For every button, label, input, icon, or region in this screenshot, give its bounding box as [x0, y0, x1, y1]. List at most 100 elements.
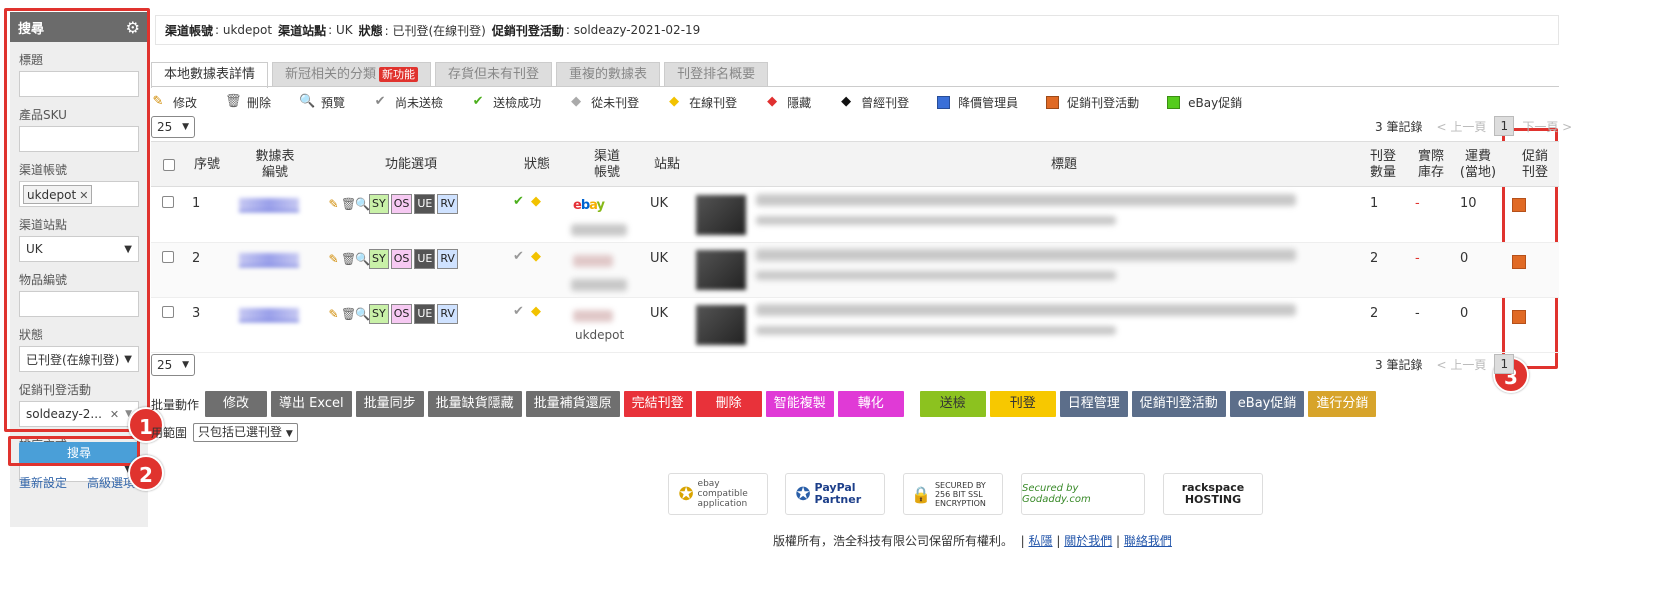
ssl-secured-badge: 🔒 SECURED BY 256 BIT SSL ENCRYPTION: [903, 473, 1003, 515]
promo-listing-button[interactable]: 促銷刊登活動: [1131, 391, 1226, 417]
legend-label: 送檢成功: [493, 95, 542, 110]
product-thumbnail[interactable]: [696, 250, 746, 290]
product-thumbnail[interactable]: [696, 195, 746, 235]
bulk-hide-oos-button[interactable]: 批量缺貨隱藏: [427, 391, 522, 417]
row-checkbox[interactable]: [162, 251, 174, 263]
promo-square-icon[interactable]: [1512, 255, 1526, 269]
product-title-link[interactable]: [756, 194, 1296, 206]
sy-button[interactable]: SY: [369, 194, 389, 214]
tab-ranking[interactable]: 刊登排名概要: [664, 62, 769, 86]
annotation-badge-2: 2: [128, 455, 164, 491]
chevron-down-icon: ▼: [285, 429, 293, 439]
sy-button[interactable]: SY: [369, 304, 389, 324]
pencil-icon[interactable]: ✎: [327, 307, 340, 321]
ue-button[interactable]: UE: [414, 304, 436, 324]
trash-icon[interactable]: 🗑: [341, 197, 356, 211]
bulk-delete-button[interactable]: 刪除: [695, 391, 762, 417]
bulk-actions-label: 批量動作: [151, 397, 200, 412]
legend-label: 刪除: [247, 95, 272, 110]
promo-square-icon[interactable]: [1512, 198, 1526, 212]
end-listing-button[interactable]: 完結刊登: [623, 391, 692, 417]
magnifier-icon[interactable]: 🔍: [355, 197, 370, 211]
red-tag-icon: ◆: [767, 94, 778, 109]
legend-label: 修改: [173, 95, 198, 110]
page-1-button[interactable]: 1: [1494, 116, 1515, 136]
pencil-icon: ✎: [152, 94, 164, 109]
prev-page-link[interactable]: < 上一頁: [1436, 118, 1486, 135]
bulk-sync-button[interactable]: 批量同步: [355, 391, 424, 417]
product-title-link[interactable]: [756, 249, 1296, 261]
row-checkbox[interactable]: [162, 306, 174, 318]
smart-copy-button[interactable]: 智能複製: [765, 391, 834, 417]
rv-button[interactable]: RV: [437, 194, 458, 214]
distribute-button[interactable]: 進行分銷: [1308, 391, 1377, 417]
per-page-select-bottom[interactable]: 25 ▼: [151, 354, 195, 376]
row-qty: 2: [1370, 251, 1379, 266]
promo-square-icon[interactable]: [1512, 310, 1526, 324]
tab-stock-unlisted[interactable]: 存貨但未有刊登: [435, 62, 553, 86]
col-listed-qty: 刊登 數量: [1369, 148, 1396, 180]
ue-button[interactable]: UE: [414, 194, 436, 214]
table-header: 序號 數據表 編號 功能選項 狀態 渠道 帳號 站點 標題 刊登 數量 實際 庫…: [151, 142, 1559, 187]
blue-square-icon: [937, 95, 951, 109]
sy-button[interactable]: SY: [369, 249, 389, 269]
export-excel-button[interactable]: 導出 Excel: [271, 391, 352, 417]
highlight-box-2: [8, 436, 140, 466]
convert-button[interactable]: 轉化: [837, 391, 904, 417]
sheet-id-link[interactable]: [239, 308, 299, 322]
magnifier-icon[interactable]: 🔍: [355, 307, 370, 321]
pencil-icon[interactable]: ✎: [327, 252, 340, 266]
ebay-promo-button[interactable]: eBay促銷: [1229, 391, 1305, 417]
rv-button[interactable]: RV: [437, 249, 458, 269]
privacy-link[interactable]: 私隱: [1029, 534, 1053, 548]
about-link[interactable]: 關於我們: [1064, 534, 1112, 548]
select-all-checkbox[interactable]: [163, 158, 175, 171]
trash-icon[interactable]: 🗑: [341, 307, 356, 321]
product-thumbnail[interactable]: [696, 305, 746, 345]
paypal-partner-badge: ✪ PayPal Partner: [785, 473, 885, 515]
table-row: 2 ✎ 🗑 🔍 SY OS UE RV ✔ ◆ UK 2 - 0: [151, 243, 1559, 298]
trash-icon[interactable]: 🗑: [341, 252, 356, 266]
pencil-icon[interactable]: ✎: [327, 197, 340, 211]
tab-local-data[interactable]: 本地數據表詳情: [151, 62, 269, 88]
pager-bottom: 3 筆記錄 < 上一頁 1: [1375, 354, 1515, 374]
ue-button[interactable]: UE: [414, 249, 436, 269]
trash-icon: 🗑: [225, 94, 242, 109]
tab-duplicates[interactable]: 重複的數據表: [556, 62, 661, 86]
publish-button[interactable]: 刊登: [989, 391, 1056, 417]
bulk-restock-button[interactable]: 批量補貨還原: [525, 391, 620, 417]
yellow-tag-icon: ◆: [531, 194, 541, 209]
gray-check-icon: ✔: [513, 249, 524, 264]
godaddy-secured-badge: Secured by Godaddy.com: [1021, 473, 1145, 515]
magnifier-icon[interactable]: 🔍: [355, 252, 370, 266]
row-site: UK: [650, 196, 669, 211]
os-button[interactable]: OS: [390, 249, 413, 269]
per-page-select-top[interactable]: 25 ▼: [151, 116, 195, 138]
sidebar-links: 重新設定 高級選項: [19, 474, 144, 491]
row-checkbox[interactable]: [162, 196, 174, 208]
col-sheet-id: 數據表 編號: [255, 148, 295, 180]
reset-link[interactable]: 重新設定: [19, 476, 67, 490]
row-channel-account: ukdepot: [575, 328, 625, 342]
product-title-link[interactable]: [756, 304, 1296, 316]
row-functions: ✎ 🗑 🔍 SY OS UE RV: [327, 304, 460, 324]
next-page-link[interactable]: 下一頁 >: [1522, 118, 1572, 135]
bulk-edit-button[interactable]: 修改: [205, 391, 268, 417]
row-site: UK: [650, 306, 669, 321]
tab-covid-category[interactable]: 新冠相关的分類 新功能: [272, 62, 432, 86]
submit-check-button[interactable]: 送檢: [919, 391, 986, 417]
os-button[interactable]: OS: [390, 304, 413, 324]
gray-check-icon: ✔: [513, 304, 524, 319]
orange-square-icon: [1046, 95, 1060, 109]
sheet-id-link[interactable]: [239, 253, 299, 267]
legend-label: eBay促銷: [1188, 95, 1243, 110]
prev-page-link[interactable]: < 上一頁: [1436, 356, 1486, 373]
contact-link[interactable]: 聯絡我們: [1124, 534, 1172, 548]
scope-select[interactable]: 只包括已選刊登 ▼: [193, 423, 298, 442]
os-button[interactable]: OS: [390, 194, 413, 214]
sheet-id-link[interactable]: [239, 198, 299, 212]
page-1-button[interactable]: 1: [1494, 354, 1515, 374]
row-stock: -: [1415, 196, 1420, 211]
schedule-button[interactable]: 日程管理: [1059, 391, 1128, 417]
rv-button[interactable]: RV: [437, 304, 458, 324]
